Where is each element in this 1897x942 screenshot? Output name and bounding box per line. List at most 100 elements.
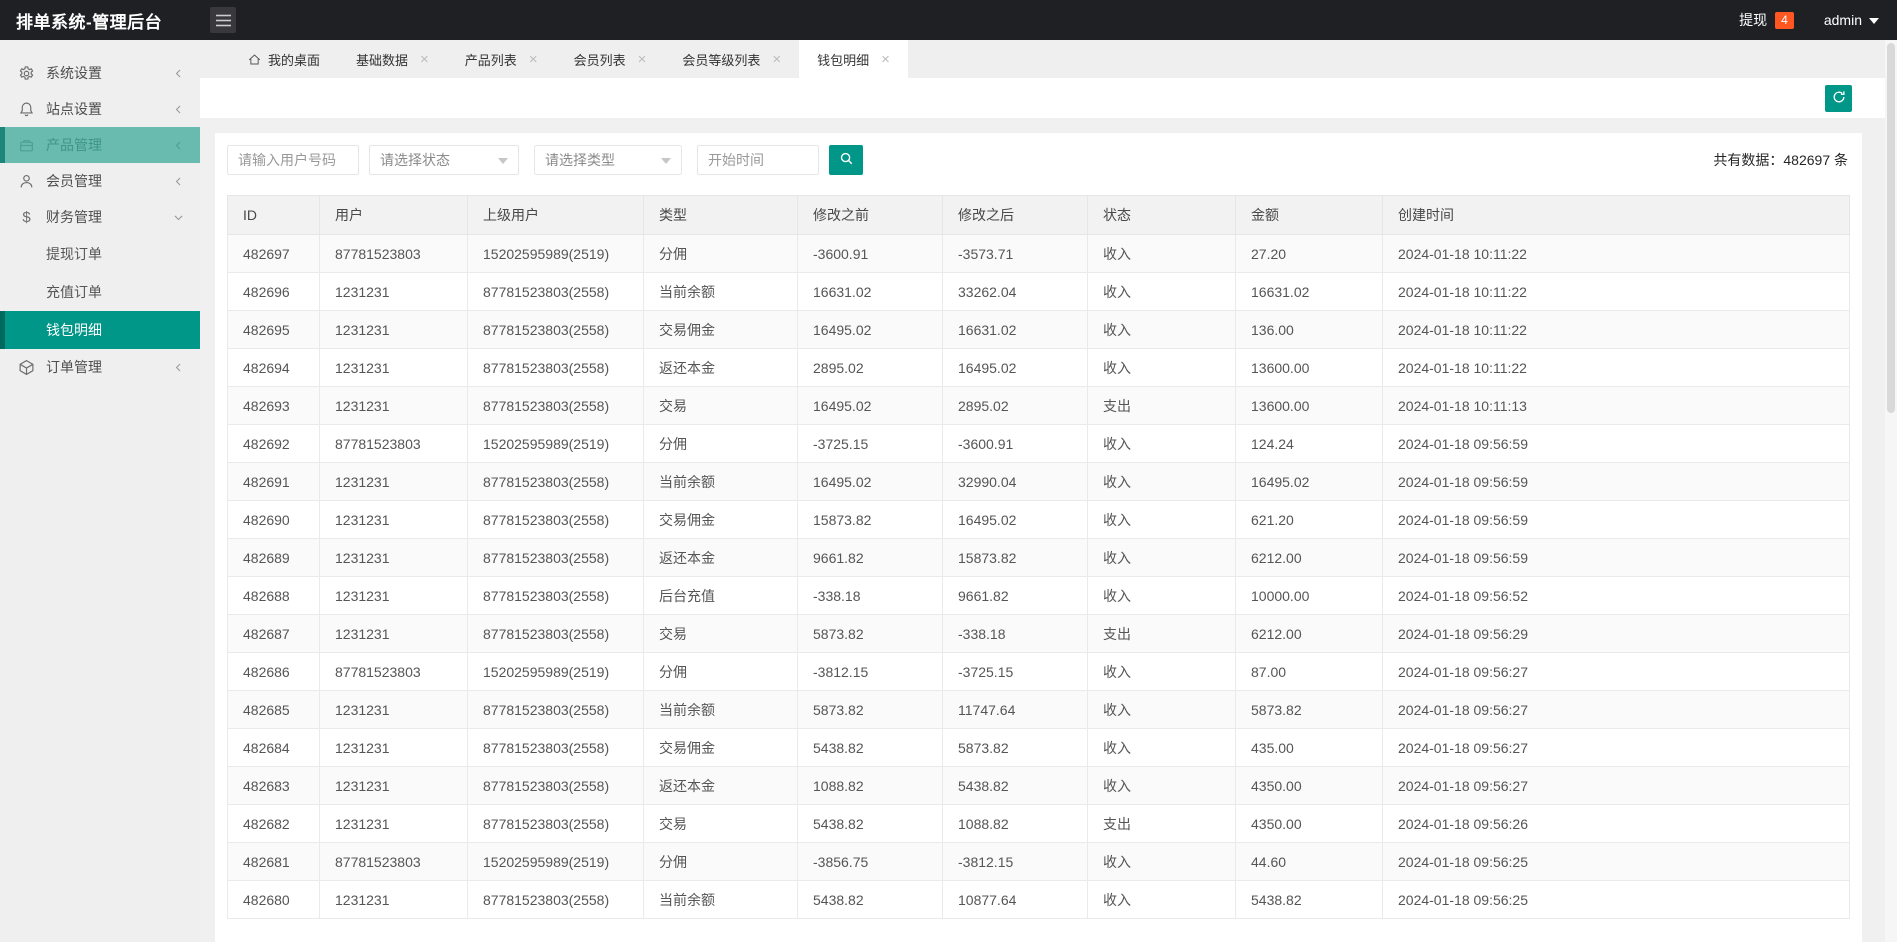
table-cell: 15873.82 xyxy=(797,500,943,539)
table-cell: 2024-01-18 09:56:52 xyxy=(1382,576,1850,615)
table-cell: 87781523803(2558) xyxy=(467,272,644,311)
table-cell: 收入 xyxy=(1087,766,1236,805)
table-cell: 交易 xyxy=(643,614,798,653)
table-cell: 收入 xyxy=(1087,690,1236,729)
gear-icon xyxy=(18,65,35,82)
table-cell: 87781523803(2558) xyxy=(467,310,644,349)
dollar-icon: $ xyxy=(22,208,31,226)
sidebar-item-system-settings[interactable]: 系统设置 xyxy=(0,55,200,91)
tab-close-icon[interactable]: × xyxy=(420,52,429,67)
table-cell: 2024-01-18 09:56:29 xyxy=(1382,614,1850,653)
tab-product-list[interactable]: 产品列表 × xyxy=(447,40,556,78)
caret-down-icon xyxy=(1869,18,1879,24)
table-cell: 16495.02 xyxy=(797,462,943,501)
chevron-left-icon xyxy=(173,104,184,115)
table-cell: 482681 xyxy=(227,842,320,881)
sidebar-item-member-management[interactable]: 会员管理 xyxy=(0,163,200,199)
table-cell: 87781523803(2558) xyxy=(467,880,644,919)
table-cell: 87781523803(2558) xyxy=(467,804,644,843)
search-button[interactable] xyxy=(829,145,863,175)
refresh-button[interactable] xyxy=(1825,85,1852,112)
app-title: 排单系统-管理后台 xyxy=(16,12,163,32)
hamburger-icon xyxy=(215,14,231,27)
tab-label: 我的桌面 xyxy=(268,52,321,68)
table-row: 482686 87781523803 15202595989(2519) 分佣 -381… xyxy=(227,652,1850,691)
type-select[interactable]: 请选择类型 xyxy=(534,145,682,175)
table-cell: 1231231 xyxy=(319,272,468,311)
chevron-left-icon xyxy=(173,176,184,187)
tab-close-icon[interactable]: × xyxy=(881,52,890,67)
type-select-value: 请选择类型 xyxy=(545,152,615,168)
status-select[interactable]: 请选择状态 xyxy=(369,145,519,175)
sidebar-item-finance-management[interactable]: $ 财务管理 xyxy=(0,199,200,235)
sidebar-item-recharge-orders[interactable]: 充值订单 xyxy=(0,273,200,311)
table-row: 482688 1231231 87781523803(2558) 后台充值 -338.1… xyxy=(227,576,1850,615)
table-cell: 482685 xyxy=(227,690,320,729)
table-cell: 9661.82 xyxy=(797,538,943,577)
sidebar-item-label: 系统设置 xyxy=(46,65,102,81)
table-cell: 1231231 xyxy=(319,614,468,653)
sidebar-item-withdraw-orders[interactable]: 提现订单 xyxy=(0,235,200,273)
table-cell: 482695 xyxy=(227,310,320,349)
tab-close-icon[interactable]: × xyxy=(772,52,781,67)
table-cell: 4350.00 xyxy=(1235,766,1383,805)
tab-basic-data[interactable]: 基础数据 × xyxy=(338,40,447,78)
tab-close-icon[interactable]: × xyxy=(638,52,647,67)
table-cell: -3812.15 xyxy=(797,652,943,691)
table-cell: 6212.00 xyxy=(1235,538,1383,577)
tab-close-icon[interactable]: × xyxy=(529,52,538,67)
user-number-input[interactable] xyxy=(227,145,359,175)
table-cell: 1231231 xyxy=(319,804,468,843)
table-cell: 10877.64 xyxy=(942,880,1088,919)
table-cell: 87781523803(2558) xyxy=(467,728,644,767)
table-cell: 当前余额 xyxy=(643,880,798,919)
table-cell: 2024-01-18 10:11:22 xyxy=(1382,272,1850,311)
table-cell: 482687 xyxy=(227,614,320,653)
tab-member-level-list[interactable]: 会员等级列表 × xyxy=(664,40,799,78)
table-row: 482687 1231231 87781523803(2558) 交易 5873.82-… xyxy=(227,614,1850,653)
table-cell: 交易佣金 xyxy=(643,310,798,349)
sidebar-item-label: 订单管理 xyxy=(46,359,102,375)
tab-wallet-details[interactable]: 钱包明细 × xyxy=(799,40,908,78)
table-cell: 交易 xyxy=(643,804,798,843)
sidebar-item-product-management[interactable]: 产品管理 xyxy=(0,127,200,163)
scrollbar[interactable] xyxy=(1885,40,1897,942)
column-header-after: 修改之后 xyxy=(942,195,1088,235)
table-cell: 返还本金 xyxy=(643,766,798,805)
table-cell: 15202595989(2519) xyxy=(467,234,644,273)
sidebar-item-order-management[interactable]: 订单管理 xyxy=(0,349,200,385)
table-cell: 11747.64 xyxy=(942,690,1088,729)
table-cell: 4350.00 xyxy=(1235,804,1383,843)
table-cell: 124.24 xyxy=(1235,424,1383,463)
sidebar-item-site-settings[interactable]: 站点设置 xyxy=(0,91,200,127)
total-count: 共有数据：482697 条 xyxy=(1713,150,1850,170)
table-cell: 收入 xyxy=(1087,272,1236,311)
table-cell: 支出 xyxy=(1087,614,1236,653)
table-cell: 15202595989(2519) xyxy=(467,652,644,691)
table-cell: 分佣 xyxy=(643,652,798,691)
table-cell: 32990.04 xyxy=(942,462,1088,501)
status-select-value: 请选择状态 xyxy=(380,152,450,168)
table-cell: 87781523803(2558) xyxy=(467,690,644,729)
table-cell: 5438.82 xyxy=(797,804,943,843)
chevron-left-icon xyxy=(173,68,184,79)
menu-toggle-button[interactable] xyxy=(210,7,236,33)
table-cell: 482696 xyxy=(227,272,320,311)
sidebar-item-wallet-details[interactable]: 钱包明细 xyxy=(0,311,200,349)
tab-label: 钱包明细 xyxy=(817,52,870,68)
withdraw-notice[interactable]: 提现 4 xyxy=(1739,10,1794,30)
table-cell: 482686 xyxy=(227,652,320,691)
total-count-label: 共有数据： xyxy=(1713,152,1784,168)
table-cell: 收入 xyxy=(1087,500,1236,539)
table-row: 482690 1231231 87781523803(2558) 交易佣金 15873.… xyxy=(227,500,1850,539)
tab-member-list[interactable]: 会员列表 × xyxy=(556,40,665,78)
table-cell: 87781523803(2558) xyxy=(467,348,644,387)
table-row: 482683 1231231 87781523803(2558) 返还本金 1088.8… xyxy=(227,766,1850,805)
tab-my-desktop[interactable]: 我的桌面 xyxy=(230,40,338,78)
table-row: 482689 1231231 87781523803(2558) 返还本金 9661.8… xyxy=(227,538,1850,577)
table-cell: 87781523803(2558) xyxy=(467,614,644,653)
user-menu[interactable]: admin xyxy=(1824,12,1879,28)
start-time-input[interactable] xyxy=(697,145,819,175)
table-cell: 2024-01-18 10:11:13 xyxy=(1382,386,1850,425)
scrollbar-thumb[interactable] xyxy=(1887,43,1895,413)
